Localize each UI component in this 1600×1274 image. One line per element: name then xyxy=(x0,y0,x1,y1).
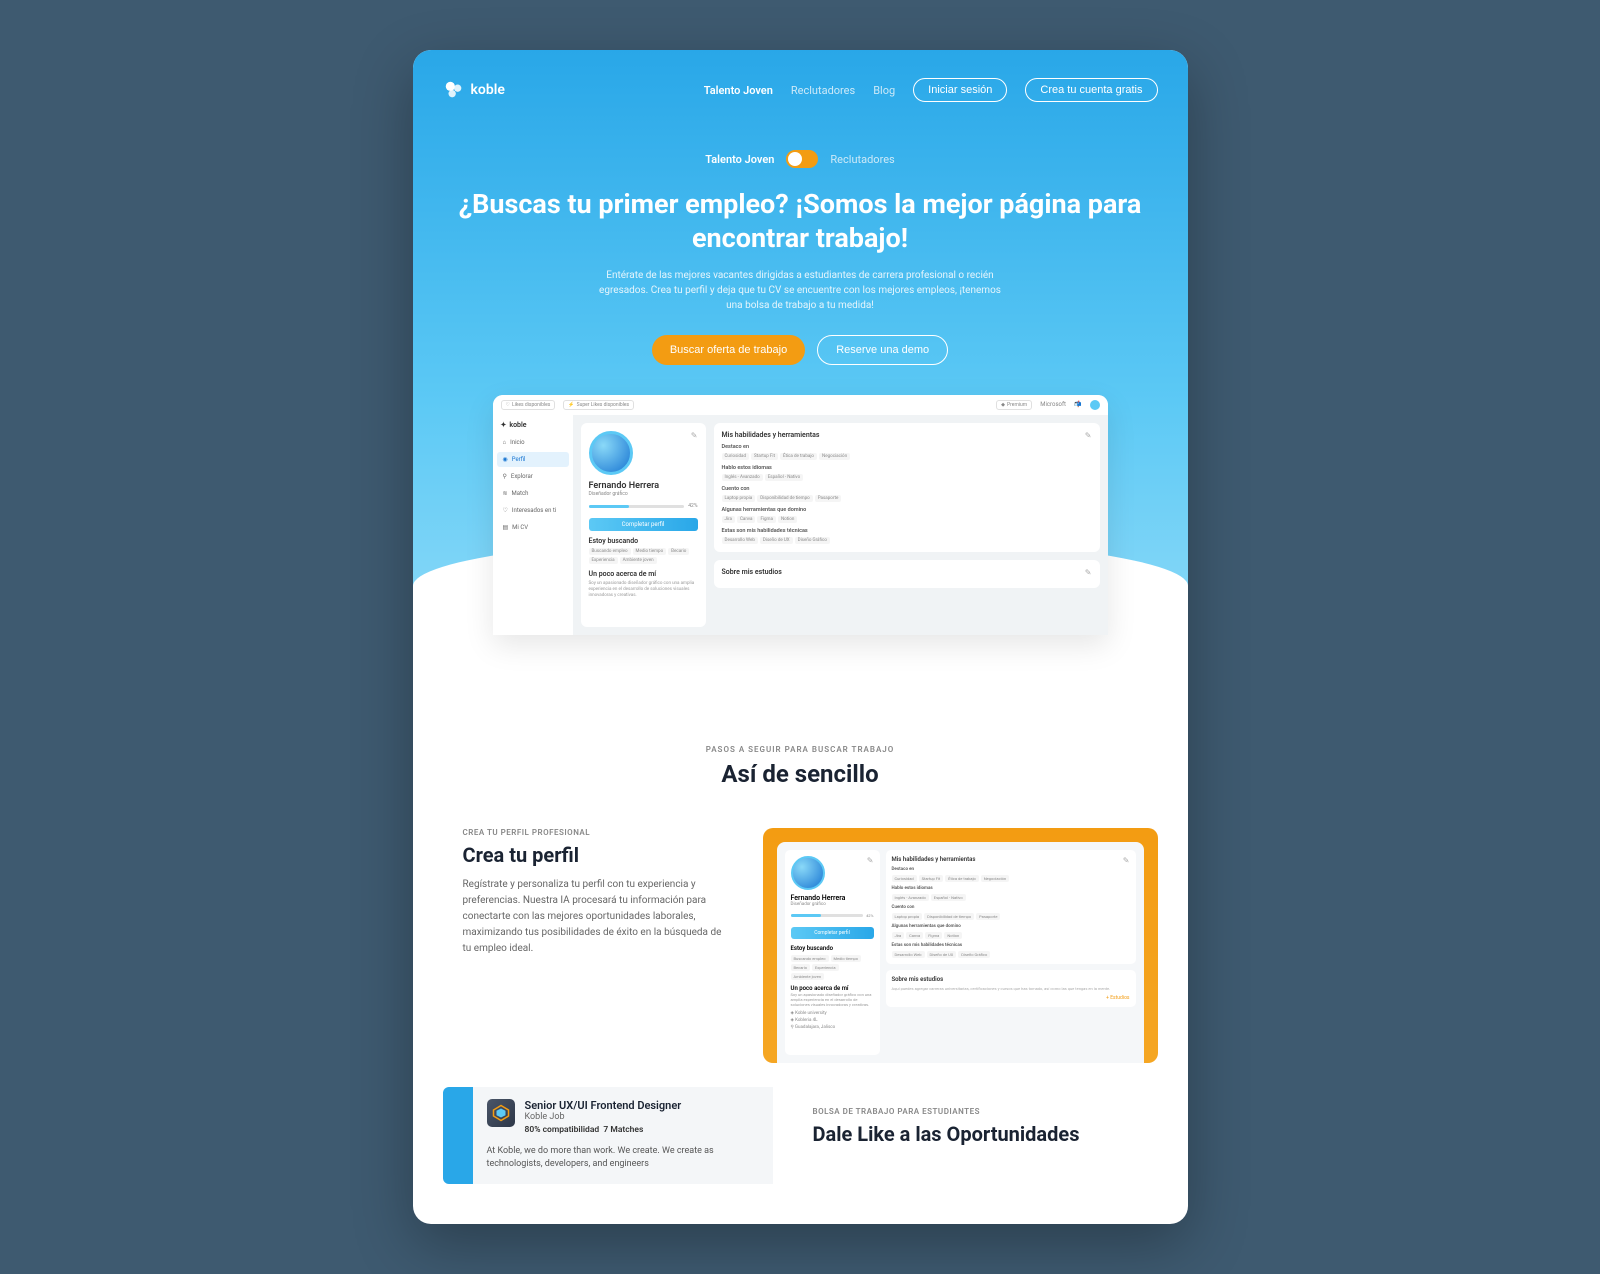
mini-complete-button: Completar perfil xyxy=(791,927,874,939)
profile-percent: 42% xyxy=(688,503,697,509)
chip: Laptop propia xyxy=(722,495,756,502)
chip: Buscando empleo xyxy=(589,548,631,555)
complete-profile-button[interactable]: Completar perfil xyxy=(589,518,698,531)
login-button[interactable]: Iniciar sesión xyxy=(913,78,1007,102)
job-title: Senior UX/UI Frontend Designer xyxy=(525,1099,682,1112)
audience-toggle: Talento Joven Reclutadores xyxy=(443,150,1158,168)
notif-icon: 📬 xyxy=(1074,401,1081,408)
chip: Curiosidad xyxy=(722,453,750,460)
logo[interactable]: koble xyxy=(443,79,505,101)
add-studies-button: + Estudios xyxy=(892,995,1130,1001)
skills-title: Mis habilidades y herramientas xyxy=(722,431,1092,439)
toggle-talento[interactable]: Talento Joven xyxy=(705,153,774,166)
chip: Pasaporte xyxy=(815,495,842,502)
dashboard-topbar: ♡ Likes disponibles ⚡ Super Likes dispon… xyxy=(493,395,1108,415)
mini-profile: ✎ Fernando Herrera Diseñador gráfico 42%… xyxy=(785,850,880,1055)
edit-icon: ✎ xyxy=(867,856,874,865)
premium-badge: ◆ Premium xyxy=(996,400,1032,410)
chip: Desarrollo Web xyxy=(722,537,758,544)
section-title: Así de sencillo xyxy=(443,760,1158,788)
landing-page: koble Talento Joven Reclutadores Blog In… xyxy=(413,50,1188,1224)
chip: Startup Fit xyxy=(751,453,778,460)
skills-card: ✎ Mis habilidades y herramientas Destaco… xyxy=(714,423,1100,552)
mini-studies: Sobre mis estudios Aquí puedes agregar c… xyxy=(886,970,1136,1007)
likes-badge: ♡ Likes disponibles xyxy=(501,400,556,410)
step2-row: Senior UX/UI Frontend Designer Koble Job… xyxy=(443,1087,1158,1184)
reserve-demo-button[interactable]: Reserve una demo xyxy=(817,335,948,365)
step1-preview: ✎ Fernando Herrera Diseñador gráfico 42%… xyxy=(763,828,1158,1063)
chip: Disponibilidad de tiempo xyxy=(757,495,813,502)
nav-talento[interactable]: Talento Joven xyxy=(704,84,773,97)
studies-card: ✎ Sobre mis estudios xyxy=(714,560,1100,588)
profile-card: ✎ Fernando Herrera Diseñador gráfico 42%… xyxy=(581,423,706,627)
chip: Notion xyxy=(778,516,797,523)
nav-blog[interactable]: Blog xyxy=(873,84,895,97)
dashboard-sidebar: ✦ koble ⌂ Inicio ◉ Perfil ⚲ Explorar ≋ M… xyxy=(493,415,573,635)
mini-skills: ✎ Mis habilidades y herramientas Destaco… xyxy=(886,850,1136,964)
sidebar-interesados[interactable]: ♡ Interesados en ti xyxy=(497,503,569,518)
profile-name: Fernando Herrera xyxy=(589,481,698,491)
edit-icon[interactable]: ✎ xyxy=(691,431,698,440)
sidebar-match[interactable]: ≋ Match xyxy=(497,486,569,501)
chip: Diseño de UX xyxy=(760,537,793,544)
user-name: Microsoft xyxy=(1040,401,1066,408)
chip: Diseño Gráfico xyxy=(795,537,830,544)
step1-text: CREA TU PERFIL PROFESIONAL Crea tu perfi… xyxy=(443,828,723,957)
chip: Inglés - Avanzado xyxy=(722,474,763,481)
logo-icon xyxy=(443,79,465,101)
chip: Ambiente joven xyxy=(620,557,657,564)
studies-title: Sobre mis estudios xyxy=(722,568,1092,576)
section-eyebrow: PASOS A SEGUIR PARA BUSCAR TRABAJO xyxy=(443,745,1158,754)
sidebar-perfil[interactable]: ◉ Perfil xyxy=(497,452,569,467)
job-description: At Koble, we do more than work. We creat… xyxy=(487,1145,759,1172)
job-company: Koble Job xyxy=(525,1112,682,1122)
step1-row: CREA TU PERFIL PROFESIONAL Crea tu perfi… xyxy=(443,828,1158,1063)
sidebar-explorar[interactable]: ⚲ Explorar xyxy=(497,469,569,484)
dashboard-preview: ♡ Likes disponibles ⚡ Super Likes dispon… xyxy=(493,395,1108,635)
edit-icon[interactable]: ✎ xyxy=(1085,568,1092,577)
chip: Negociación xyxy=(819,453,850,460)
about-title: Un poco acerca de mí xyxy=(589,570,698,578)
signup-button[interactable]: Crea tu cuenta gratis xyxy=(1025,78,1157,102)
chip: Becario xyxy=(668,548,689,555)
search-jobs-button[interactable]: Buscar oferta de trabajo xyxy=(652,335,805,365)
avatar-icon xyxy=(1090,400,1100,410)
steps-section: PASOS A SEGUIR PARA BUSCAR TRABAJO Así d… xyxy=(413,635,1188,1224)
edit-icon: ✎ xyxy=(1123,856,1130,865)
hero-ctas: Buscar oferta de trabajo Reserve una dem… xyxy=(443,335,1158,365)
toggle-switch[interactable] xyxy=(786,150,818,168)
sidebar-inicio[interactable]: ⌂ Inicio xyxy=(497,435,569,450)
job-logo-icon xyxy=(487,1099,515,1127)
profile-role: Diseñador gráfico xyxy=(589,491,698,497)
looking-title: Estoy buscando xyxy=(589,537,698,545)
step2-text: BOLSA DE TRABAJO PARA ESTUDIANTES Dale L… xyxy=(813,1087,1158,1184)
edit-icon[interactable]: ✎ xyxy=(1085,431,1092,440)
hero-section: koble Talento Joven Reclutadores Blog In… xyxy=(413,50,1188,635)
hero-title: ¿Buscas tu primer empleo? ¡Somos la mejo… xyxy=(443,188,1158,256)
chip: Experiencia xyxy=(589,557,618,564)
chip: Figma xyxy=(757,516,776,523)
chip: Canva xyxy=(737,516,755,523)
job-card: Senior UX/UI Frontend Designer Koble Job… xyxy=(443,1087,773,1184)
toggle-reclutadores[interactable]: Reclutadores xyxy=(830,153,894,166)
chip: Español - Nativo xyxy=(765,474,803,481)
sidebar-cv[interactable]: ▤ Mi CV xyxy=(497,520,569,535)
top-nav: koble Talento Joven Reclutadores Blog In… xyxy=(443,70,1158,110)
job-accent xyxy=(443,1087,473,1184)
profile-avatar xyxy=(589,431,633,475)
chip: Medio tiempo xyxy=(633,548,667,555)
mini-avatar xyxy=(791,856,825,890)
nav-links: Talento Joven Reclutadores Blog Iniciar … xyxy=(704,78,1158,102)
sidebar-logo: ✦ koble xyxy=(497,421,569,435)
chip: Ética de trabajo xyxy=(780,453,817,460)
about-text: Soy un apasionado diseñador gráfico con … xyxy=(589,581,698,600)
hero-subtitle: Entérate de las mejores vacantes dirigid… xyxy=(590,268,1010,313)
nav-reclutadores[interactable]: Reclutadores xyxy=(791,84,855,97)
superlikes-badge: ⚡ Super Likes disponibles xyxy=(563,400,634,410)
chip: Jira xyxy=(722,516,735,523)
